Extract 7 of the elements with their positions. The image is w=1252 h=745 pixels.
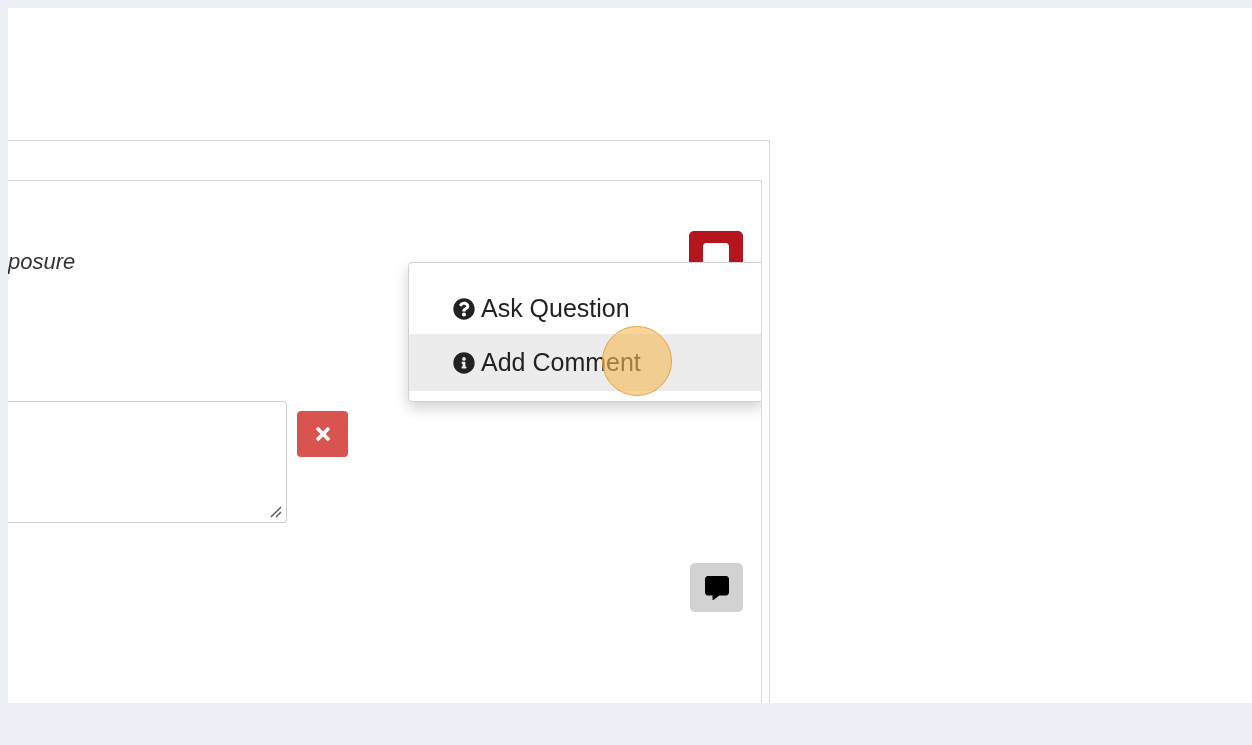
- question-icon: [453, 297, 475, 320]
- comment-icon: [704, 575, 729, 600]
- question-text: posure: [8, 249, 76, 275]
- remove-button[interactable]: [297, 411, 348, 457]
- comment-button[interactable]: [690, 563, 743, 612]
- info-icon: [453, 351, 475, 374]
- resize-handle-icon: [270, 506, 282, 518]
